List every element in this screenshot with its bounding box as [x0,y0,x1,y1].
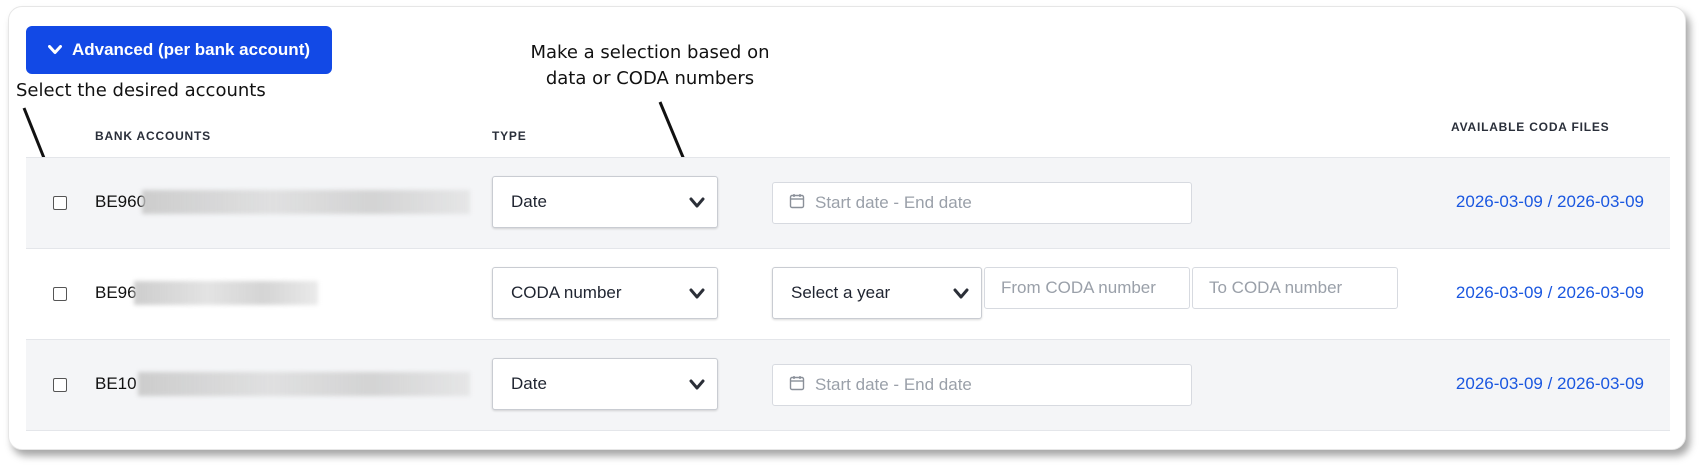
account-number: BE96 [95,283,137,302]
annotation-select-accounts: Select the desired accounts [16,80,266,101]
header-available-coda: AVAILABLE CODA FILES [1451,120,1610,134]
from-coda-number-input[interactable]: From CODA number [984,267,1190,309]
chevron-down-icon [47,45,62,55]
advanced-toggle-label: Advanced (per bank account) [71,40,311,59]
redacted-area [138,372,470,396]
chevron-down-icon [689,285,705,305]
from-coda-placeholder: From CODA number [1001,278,1156,297]
coda-files-link[interactable]: 2026-03-09 / 2026-03-09 [1456,283,1644,303]
table-row: BE960 Date Start date - End date 2026-03… [26,157,1670,248]
to-coda-placeholder: To CODA number [1209,278,1343,297]
calendar-icon [789,375,805,396]
coda-files-link[interactable]: 2026-03-09 / 2026-03-09 [1456,374,1644,394]
account-checkbox[interactable] [53,378,67,392]
date-range-placeholder: Start date - End date [815,193,972,212]
coda-files-link[interactable]: 2026-03-09 / 2026-03-09 [1456,192,1644,212]
account-checkbox[interactable] [53,196,67,210]
header-type: TYPE [492,129,527,143]
account-checkbox[interactable] [53,287,67,301]
header-bank-accounts: BANK ACCOUNTS [95,129,211,143]
account-number: BE10 [95,374,137,393]
type-select-value: Date [511,192,547,211]
chevron-down-icon [953,285,969,305]
date-range-input[interactable]: Start date - End date [772,364,1192,406]
type-select-value: Date [511,374,547,393]
date-range-placeholder: Start date - End date [815,375,972,394]
calendar-icon [789,193,805,214]
chevron-down-icon [689,194,705,214]
type-select-value: CODA number [511,283,622,302]
date-range-input[interactable]: Start date - End date [772,182,1192,224]
account-number: BE960 [95,192,147,211]
type-select[interactable]: Date [492,358,718,410]
to-coda-number-input[interactable]: To CODA number [1192,267,1398,309]
type-select[interactable]: Date [492,176,718,228]
redacted-area [134,281,318,305]
redacted-area [142,190,470,214]
type-select[interactable]: CODA number [492,267,718,319]
annotation-selection-hint: Make a selection based on data or CODA n… [500,40,800,92]
year-select-placeholder: Select a year [791,283,891,302]
advanced-toggle-button[interactable]: Advanced (per bank account) [26,26,332,74]
annotation-line-1: Make a selection based on [530,42,770,63]
annotation-line-2: data or CODA numbers [545,68,755,89]
table-row: BE96 CODA number Select a year From CODA… [26,248,1670,339]
chevron-down-icon [689,376,705,396]
year-select[interactable]: Select a year [772,267,982,319]
table-row: BE10 Date Start date - End date 2026-03-… [26,339,1670,431]
